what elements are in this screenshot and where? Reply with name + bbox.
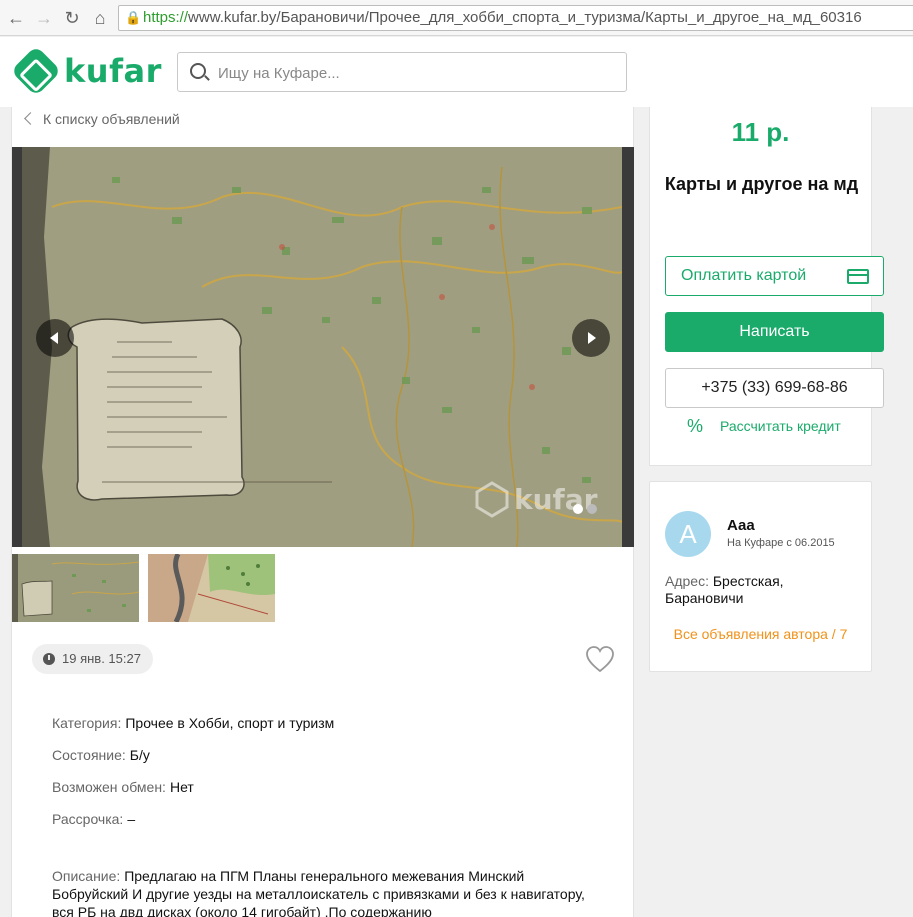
back-to-list-label: К списку объявлений xyxy=(43,111,180,127)
phone-button[interactable]: +375 (33) 699-68-86 xyxy=(665,368,884,408)
write-message-button[interactable]: Написать xyxy=(665,312,884,352)
chevron-left-icon xyxy=(24,112,37,125)
property-label: Категория: xyxy=(52,715,122,731)
description-text: Предлагаю на ПГМ Планы генерального меже… xyxy=(52,868,585,917)
map-photo: kufar xyxy=(22,147,622,547)
description-label: Описание: xyxy=(52,868,121,884)
property-exchange: Возможен обмен: Нет xyxy=(52,777,334,809)
thumbnail-strip xyxy=(12,554,275,624)
property-label: Возможен обмен: xyxy=(52,779,166,795)
price-card: 11 р. Карты и другое на мд Оплатить карт… xyxy=(649,107,884,466)
clock-icon xyxy=(43,653,55,665)
property-installment: Рассрочка: – xyxy=(52,809,334,841)
property-value: Б/у xyxy=(129,747,150,763)
seller-card: А Ааа На Куфаре с 06.2015 Адрес: Брестск… xyxy=(649,481,872,672)
forward-arrow-icon[interactable]: → xyxy=(32,6,56,30)
reload-icon[interactable]: ↻ xyxy=(60,6,84,30)
credit-card-icon xyxy=(847,269,869,284)
browser-toolbar: ← → ↻ ⌂ 🔒 https://www.kufar.by/Баранович… xyxy=(0,0,913,36)
property-condition: Состояние: Б/у xyxy=(52,745,334,777)
gallery-next-button[interactable] xyxy=(572,319,610,357)
url-text: www.kufar.by/Барановичи/Прочее_для_хобби… xyxy=(188,9,862,26)
url-scheme: https:// xyxy=(143,9,189,26)
home-icon[interactable]: ⌂ xyxy=(88,6,112,30)
property-category: Категория: Прочее в Хобби, спорт и туризм xyxy=(52,713,334,745)
back-to-list-link[interactable]: К списку объявлений xyxy=(24,109,180,129)
search-input[interactable] xyxy=(218,61,618,85)
thumbnail-1[interactable] xyxy=(12,554,139,622)
address-bar[interactable]: 🔒 https://www.kufar.by/Барановичи/Прочее… xyxy=(118,5,913,31)
logo-text: kufar xyxy=(64,52,162,90)
gallery-dot-2[interactable] xyxy=(587,504,597,514)
property-value: – xyxy=(127,811,136,827)
gallery-dot-1[interactable] xyxy=(573,504,583,514)
property-label: Рассрочка: xyxy=(52,811,124,827)
kufar-logo-icon xyxy=(10,45,62,97)
kufar-logo[interactable]: kufar xyxy=(10,45,162,97)
favorite-heart-icon[interactable] xyxy=(585,645,615,673)
search-box xyxy=(177,52,627,92)
pay-by-card-button[interactable]: Оплатить картой xyxy=(665,256,884,296)
calculate-credit-link[interactable]: % Рассчитать кредит xyxy=(687,416,841,436)
seller-address: Адрес: Брестская, Барановичи xyxy=(665,573,865,607)
site-header: kufar xyxy=(0,37,913,107)
listing-description: Описание: Предлагаю на ПГМ Планы генерал… xyxy=(52,867,592,917)
back-arrow-icon[interactable]: ← xyxy=(4,6,28,30)
photo-gallery[interactable]: kufar xyxy=(12,147,634,547)
property-value: Прочее в Хобби, спорт и туризм xyxy=(125,715,335,731)
gallery-prev-button[interactable] xyxy=(36,319,74,357)
listing-price: 11 р. xyxy=(731,117,790,147)
search-icon[interactable] xyxy=(190,63,206,79)
seller-since: На Куфаре с 06.2015 xyxy=(727,537,835,549)
pay-by-card-label: Оплатить картой xyxy=(681,267,807,284)
property-value: Нет xyxy=(169,779,194,795)
all-author-ads-link[interactable]: Все объявления автора / 7 xyxy=(650,626,871,642)
gallery-dots xyxy=(573,504,597,514)
percent-icon: % xyxy=(687,416,704,436)
seller-name[interactable]: Ааа xyxy=(727,517,755,534)
thumbnail-2[interactable] xyxy=(148,554,275,622)
listing-properties: Категория: Прочее в Хобби, спорт и туризм… xyxy=(52,713,334,841)
listing-date-text: 19 янв. 15:27 xyxy=(62,651,141,666)
lock-icon: 🔒 xyxy=(125,10,142,25)
avatar[interactable]: А xyxy=(665,511,711,557)
address-label: Адрес: xyxy=(665,573,709,589)
calculate-credit-label: Рассчитать кредит xyxy=(720,418,841,434)
property-label: Состояние: xyxy=(52,747,126,763)
listing-date: 19 янв. 15:27 xyxy=(32,644,153,674)
listing-title: Карты и другое на мд xyxy=(664,174,859,194)
listing-card: К списку объявлений kufar 19 янв. 15:27 … xyxy=(11,107,634,917)
